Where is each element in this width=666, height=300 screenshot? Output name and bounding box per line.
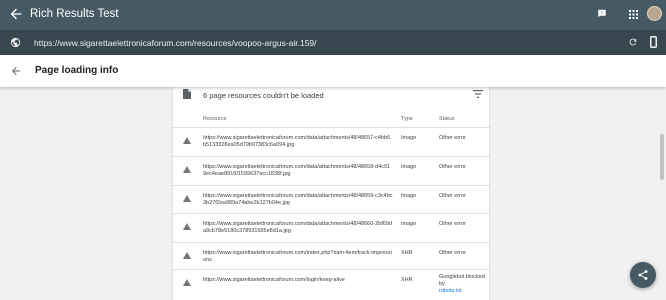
smartphone-icon[interactable] [650,36,657,48]
column-header-type[interactable]: Type [401,116,413,122]
table-row[interactable]: https://www.sigarettaelettronicaforum.co… [173,157,491,186]
table-row[interactable]: https://www.sigarettaelettronicaforum.co… [173,214,491,243]
column-header-resource[interactable]: Resource [203,116,227,122]
resource-status: Other error [439,135,466,141]
resource-status: Googlebot blocked by robots.txt [439,274,487,295]
table-row[interactable]: https://www.sigarettaelettronicaforum.co… [173,128,491,157]
arrow-back-icon[interactable] [8,6,24,22]
apps-grid-icon[interactable] [629,10,638,19]
resource-url: https://www.sigarettaelettronicaforum.co… [203,164,391,177]
resource-url: https://www.sigarettaelettronicaforum.co… [203,250,392,263]
warning-triangle-icon [183,252,191,259]
refresh-icon[interactable] [628,37,638,47]
page-header: Page loading info [0,55,666,87]
table-row[interactable]: https://www.sigarettaelettronicaforum.co… [173,186,491,214]
column-header-status[interactable]: Status [439,116,455,122]
resource-status: Other error [439,250,466,256]
share-icon [638,270,648,280]
app-title: Rich Results Test [30,8,119,20]
scrollbar-track[interactable] [658,87,666,300]
top-app-bar: Rich Results Test [0,0,666,30]
resource-type: Image [401,164,417,170]
share-button[interactable] [630,262,656,288]
resources-card: 6 page resources couldn't be loaded Reso… [172,83,491,300]
resource-type: Image [401,135,417,141]
scrollbar-thumb[interactable] [660,134,664,180]
resource-status: Other error [439,164,466,170]
tested-url[interactable]: https://www.sigarettaelettronicaforum.co… [34,38,317,48]
filter-icon[interactable] [473,90,483,98]
robots-txt-link[interactable]: robots.txt [439,288,462,294]
resource-status: Other error [439,221,466,227]
resource-url: https://www.sigarettaelettronicaforum.co… [203,135,391,148]
resource-url: https://www.sigarettaelettronicaforum.co… [203,221,392,234]
warning-triangle-icon [183,137,191,144]
feedback-icon[interactable] [597,9,607,18]
resource-url: https://www.sigarettaelettronicaforum.co… [203,193,393,206]
url-bar: https://www.sigarettaelettronicaforum.co… [0,30,666,55]
table-row[interactable]: https://www.sigarettaelettronicaforum.co… [173,270,491,300]
resource-type: XHR [401,277,413,283]
resource-url: https://www.sigarettaelettronicaforum.co… [203,277,345,283]
arrow-back-icon[interactable] [10,65,22,77]
globe-icon [10,37,21,48]
warning-triangle-icon [183,279,191,286]
warning-triangle-icon [183,223,191,230]
avatar[interactable] [647,6,662,21]
resource-type: Image [401,193,417,199]
status-text: Googlebot blocked by [439,274,485,287]
table-row[interactable]: https://www.sigarettaelettronicaforum.co… [173,243,491,270]
resource-status: Other error [439,193,466,199]
resource-type: XHR [401,250,413,256]
warning-triangle-icon [183,195,191,202]
document-icon [183,89,191,99]
resources-heading: 6 page resources couldn't be loaded [203,91,324,100]
page-title: Page loading info [35,65,119,76]
resource-type: Image [401,221,417,227]
warning-triangle-icon [183,166,191,173]
